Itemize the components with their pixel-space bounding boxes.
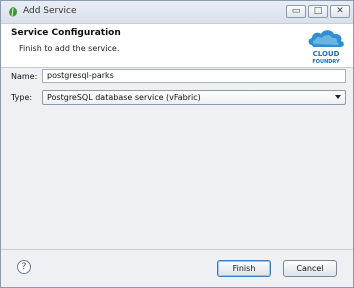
logo-line1: CLOUD: [313, 50, 340, 58]
chevron-down-icon: [335, 95, 341, 99]
maximize-button[interactable]: □: [308, 5, 328, 18]
cloud-foundry-logo: CLOUD FOUNDRY: [308, 30, 344, 65]
logo-line2: FOUNDRY: [312, 59, 340, 65]
title-bar: Add Service ▭ □ ✕: [1, 1, 353, 24]
wizard-header: Service Configuration Finish to add the …: [1, 24, 353, 68]
type-select-value: PostgreSQL database service (vFabric): [47, 93, 201, 102]
window-title: Add Service: [23, 6, 77, 16]
add-service-dialog: Add Service ▭ □ ✕ Service Configuration …: [0, 0, 354, 288]
close-button[interactable]: ✕: [330, 5, 350, 18]
name-field[interactable]: postgresql-parks: [42, 69, 346, 83]
type-label: Type:: [11, 93, 33, 102]
minimize-button[interactable]: ▭: [286, 5, 306, 18]
footer-divider: [1, 249, 353, 250]
name-label: Name:: [11, 72, 38, 81]
leaf-icon: [9, 7, 17, 17]
help-icon[interactable]: ?: [17, 260, 31, 274]
page-title: Service Configuration: [11, 28, 121, 38]
page-description: Finish to add the service.: [19, 44, 120, 53]
finish-button[interactable]: Finish: [217, 260, 271, 277]
type-select[interactable]: PostgreSQL database service (vFabric): [42, 90, 346, 105]
cancel-button[interactable]: Cancel: [283, 260, 337, 277]
